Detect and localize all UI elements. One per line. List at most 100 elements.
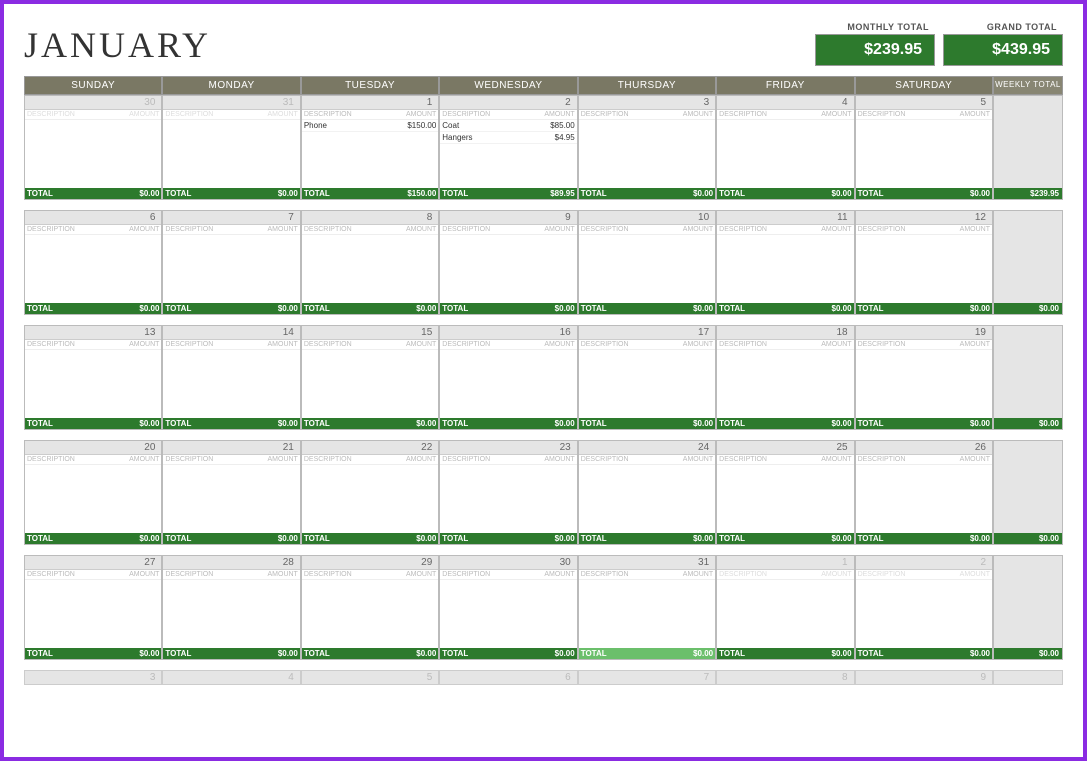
entry-column-headers: DESCRIPTIONAMOUNT — [579, 340, 715, 350]
day-cell[interactable]: 27DESCRIPTIONAMOUNTTOTAL$0.00 — [24, 555, 162, 660]
entries-area[interactable] — [163, 350, 299, 418]
day-cell[interactable]: 15DESCRIPTIONAMOUNTTOTAL$0.00 — [301, 325, 439, 430]
entries-area[interactable] — [579, 465, 715, 533]
date-number: 26 — [856, 441, 992, 455]
trailing-date: 3 — [24, 670, 162, 685]
trailing-date: 7 — [578, 670, 716, 685]
date-number: 4 — [717, 96, 853, 110]
entries-area[interactable] — [717, 235, 853, 303]
entries-area[interactable] — [163, 580, 299, 648]
entries-area[interactable] — [856, 120, 992, 188]
expense-entry[interactable]: Phone$150.00 — [302, 120, 438, 132]
trailing-date: 9 — [855, 670, 993, 685]
entries-area[interactable] — [302, 465, 438, 533]
entry-column-headers: DESCRIPTIONAMOUNT — [302, 570, 438, 580]
day-cell[interactable]: 18DESCRIPTIONAMOUNTTOTAL$0.00 — [716, 325, 854, 430]
weekly-total-cell: $0.00 — [993, 555, 1063, 660]
day-total: TOTAL$0.00 — [579, 418, 715, 429]
entry-column-headers: DESCRIPTIONAMOUNT — [302, 110, 438, 120]
entry-column-headers: DESCRIPTIONAMOUNT — [856, 455, 992, 465]
day-cell[interactable]: 19DESCRIPTIONAMOUNTTOTAL$0.00 — [855, 325, 993, 430]
entries-area[interactable] — [579, 120, 715, 188]
entries-area[interactable] — [440, 350, 576, 418]
entries-area[interactable] — [163, 120, 299, 188]
entries-area[interactable] — [579, 580, 715, 648]
entries-area[interactable] — [440, 465, 576, 533]
entries-area[interactable] — [302, 235, 438, 303]
day-cell[interactable]: 1DESCRIPTIONAMOUNTTOTAL$0.00 — [716, 555, 854, 660]
entries-area[interactable] — [717, 350, 853, 418]
day-total: TOTAL$0.00 — [163, 533, 299, 544]
entry-column-headers: DESCRIPTIONAMOUNT — [856, 340, 992, 350]
entry-column-headers: DESCRIPTIONAMOUNT — [440, 570, 576, 580]
entries-area[interactable] — [25, 465, 161, 533]
day-cell[interactable]: 23DESCRIPTIONAMOUNTTOTAL$0.00 — [439, 440, 577, 545]
day-total: TOTAL$0.00 — [163, 188, 299, 199]
entries-area[interactable] — [856, 235, 992, 303]
date-number: 5 — [856, 96, 992, 110]
day-cell[interactable]: 10DESCRIPTIONAMOUNTTOTAL$0.00 — [578, 210, 716, 315]
entries-area[interactable]: Phone$150.00 — [302, 120, 438, 188]
expense-entry[interactable]: Coat$85.00 — [440, 120, 576, 132]
day-cell[interactable]: 26DESCRIPTIONAMOUNTTOTAL$0.00 — [855, 440, 993, 545]
day-cell[interactable]: 17DESCRIPTIONAMOUNTTOTAL$0.00 — [578, 325, 716, 430]
entries-area[interactable] — [25, 350, 161, 418]
day-cell[interactable]: 30DESCRIPTIONAMOUNTTOTAL$0.00 — [24, 95, 162, 200]
day-total: TOTAL$0.00 — [25, 418, 161, 429]
day-cell[interactable]: 14DESCRIPTIONAMOUNTTOTAL$0.00 — [162, 325, 300, 430]
entries-area[interactable] — [302, 350, 438, 418]
entries-area[interactable] — [717, 580, 853, 648]
entries-area[interactable] — [163, 465, 299, 533]
day-header: SATURDAY — [855, 76, 993, 95]
entries-area[interactable] — [579, 235, 715, 303]
entries-area[interactable] — [717, 120, 853, 188]
entries-area[interactable] — [440, 235, 576, 303]
day-cell[interactable]: 5DESCRIPTIONAMOUNTTOTAL$0.00 — [855, 95, 993, 200]
day-cell[interactable]: 31DESCRIPTIONAMOUNTTOTAL$0.00 — [162, 95, 300, 200]
entries-area[interactable] — [856, 465, 992, 533]
trailing-date: 6 — [439, 670, 577, 685]
entries-area[interactable] — [717, 465, 853, 533]
day-cell[interactable]: 31DESCRIPTIONAMOUNTTOTAL$0.00 — [578, 555, 716, 660]
entries-area[interactable] — [440, 580, 576, 648]
entries-area[interactable] — [856, 580, 992, 648]
day-cell[interactable]: 2DESCRIPTIONAMOUNTTOTAL$0.00 — [855, 555, 993, 660]
day-cell[interactable]: 21DESCRIPTIONAMOUNTTOTAL$0.00 — [162, 440, 300, 545]
day-cell[interactable]: 2DESCRIPTIONAMOUNTCoat$85.00Hangers$4.95… — [439, 95, 577, 200]
day-cell[interactable]: 24DESCRIPTIONAMOUNTTOTAL$0.00 — [578, 440, 716, 545]
day-cell[interactable]: 16DESCRIPTIONAMOUNTTOTAL$0.00 — [439, 325, 577, 430]
day-cell[interactable]: 22DESCRIPTIONAMOUNTTOTAL$0.00 — [301, 440, 439, 545]
day-cell[interactable]: 12DESCRIPTIONAMOUNTTOTAL$0.00 — [855, 210, 993, 315]
day-total: TOTAL$0.00 — [856, 303, 992, 314]
date-number: 1 — [717, 556, 853, 570]
day-cell[interactable]: 30DESCRIPTIONAMOUNTTOTAL$0.00 — [439, 555, 577, 660]
day-cell[interactable]: 8DESCRIPTIONAMOUNTTOTAL$0.00 — [301, 210, 439, 315]
day-total: TOTAL$0.00 — [856, 418, 992, 429]
entries-area[interactable] — [25, 580, 161, 648]
date-number: 22 — [302, 441, 438, 455]
trailing-empty — [993, 670, 1063, 685]
expense-entry[interactable]: Hangers$4.95 — [440, 132, 576, 144]
entries-area[interactable] — [579, 350, 715, 418]
entries-area[interactable] — [25, 120, 161, 188]
entries-area[interactable] — [856, 350, 992, 418]
entries-area[interactable]: Coat$85.00Hangers$4.95 — [440, 120, 576, 188]
entry-column-headers: DESCRIPTIONAMOUNT — [717, 110, 853, 120]
day-total: TOTAL$0.00 — [717, 188, 853, 199]
day-cell[interactable]: 3DESCRIPTIONAMOUNTTOTAL$0.00 — [578, 95, 716, 200]
entries-area[interactable] — [25, 235, 161, 303]
day-cell[interactable]: 7DESCRIPTIONAMOUNTTOTAL$0.00 — [162, 210, 300, 315]
day-cell[interactable]: 9DESCRIPTIONAMOUNTTOTAL$0.00 — [439, 210, 577, 315]
day-cell[interactable]: 1DESCRIPTIONAMOUNTPhone$150.00TOTAL$150.… — [301, 95, 439, 200]
day-cell[interactable]: 28DESCRIPTIONAMOUNTTOTAL$0.00 — [162, 555, 300, 660]
day-cell[interactable]: 29DESCRIPTIONAMOUNTTOTAL$0.00 — [301, 555, 439, 660]
entries-area[interactable] — [163, 235, 299, 303]
day-cell[interactable]: 13DESCRIPTIONAMOUNTTOTAL$0.00 — [24, 325, 162, 430]
day-cell[interactable]: 25DESCRIPTIONAMOUNTTOTAL$0.00 — [716, 440, 854, 545]
month-title: JANUARY — [24, 24, 211, 66]
day-cell[interactable]: 4DESCRIPTIONAMOUNT TOTAL$0.00 — [716, 95, 854, 200]
entries-area[interactable] — [302, 580, 438, 648]
day-cell[interactable]: 6DESCRIPTIONAMOUNTTOTAL$0.00 — [24, 210, 162, 315]
day-cell[interactable]: 11DESCRIPTIONAMOUNTTOTAL$0.00 — [716, 210, 854, 315]
day-cell[interactable]: 20DESCRIPTIONAMOUNTTOTAL$0.00 — [24, 440, 162, 545]
